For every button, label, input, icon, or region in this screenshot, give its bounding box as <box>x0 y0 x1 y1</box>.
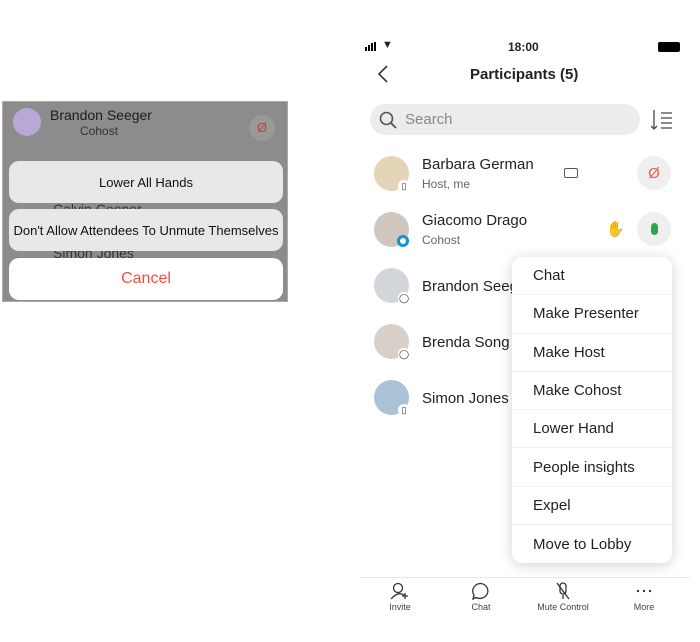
mobile-device-icon: ▯ <box>398 404 410 416</box>
participant-row[interactable]: ▯ Barbara German Host, me Ø <box>374 156 674 206</box>
tab-label: More <box>633 602 655 612</box>
avatar <box>13 108 41 136</box>
menu-item-make-cohost[interactable]: Make Cohost <box>512 372 672 411</box>
menu-item-expel[interactable]: Expel <box>512 487 672 526</box>
ellipsis-icon <box>636 589 652 593</box>
participant-role: Cohost <box>422 233 461 247</box>
add-person-icon <box>390 582 408 600</box>
wifi-icon: ▼ <box>382 39 393 51</box>
mic-muted-button[interactable]: Ø <box>637 156 671 190</box>
tab-label: Invite <box>389 602 411 612</box>
search-input[interactable]: Search <box>370 104 640 135</box>
webex-app-icon <box>397 235 409 247</box>
headset-icon: ◯ <box>398 348 410 360</box>
raised-hand-icon: ✋ <box>606 221 625 238</box>
participant-row[interactable]: Giacomo Drago Cohost ✋ <box>374 212 674 262</box>
tab-label: Mute Control <box>537 602 589 612</box>
search-icon <box>379 111 397 129</box>
tab-mute-control[interactable]: Mute Control <box>528 582 598 612</box>
menu-item-make-host[interactable]: Make Host <box>512 334 672 372</box>
menu-item-lower-hand[interactable]: Lower Hand <box>512 410 672 449</box>
cancel-button[interactable]: Cancel <box>9 258 283 300</box>
back-button[interactable] <box>376 64 390 84</box>
participant-role: Cohost <box>80 124 119 138</box>
disallow-unmute-button[interactable]: Don't Allow Attendees To Unmute Themselv… <box>9 209 283 251</box>
mobile-device-icon: ▯ <box>398 180 410 192</box>
chevron-left-icon <box>377 65 388 83</box>
battery-icon <box>658 42 680 52</box>
sort-icon <box>650 110 672 130</box>
menu-item-move-to-lobby[interactable]: Move to Lobby <box>512 525 672 563</box>
mic-off-icon <box>556 582 570 600</box>
menu-item-make-presenter[interactable]: Make Presenter <box>512 295 672 334</box>
tab-chat[interactable]: Chat <box>446 582 516 612</box>
lower-all-hands-button[interactable]: Lower All Hands <box>9 161 283 203</box>
signal-icon <box>365 42 376 51</box>
participant-role: Host, me <box>422 177 471 191</box>
participant-name: Brandon Seeger <box>50 107 152 123</box>
participant-name: Barbara German <box>422 156 534 173</box>
participant-name: Giacomo Drago <box>422 212 528 229</box>
presenter-card-icon <box>564 168 578 178</box>
page-title: Participants (5) <box>470 66 579 83</box>
menu-item-people-insights[interactable]: People insights <box>512 448 672 487</box>
tab-invite[interactable]: Invite <box>365 582 435 612</box>
menu-item-chat[interactable]: Chat <box>512 257 672 296</box>
headset-icon: ◯ <box>398 292 410 304</box>
sort-button[interactable] <box>650 108 673 137</box>
participant-context-menu: Chat Make Presenter Make Host Make Cohos… <box>512 257 672 563</box>
mic-unmuted-button[interactable] <box>637 212 671 246</box>
participant-name: Simon Jones <box>422 390 509 407</box>
status-time: 18:00 <box>508 40 539 54</box>
tab-more[interactable]: More <box>609 582 679 612</box>
action-sheet-panel: Brandon Seeger Cohost Ø Calvin Cooper Si… <box>2 101 288 302</box>
bottom-bar-divider <box>360 577 690 578</box>
mute-icon: Ø <box>249 115 275 141</box>
tab-label: Chat <box>471 602 491 612</box>
mic-icon <box>650 223 658 235</box>
participant-name: Brenda Song <box>422 334 510 351</box>
chat-bubble-icon <box>472 582 489 600</box>
search-placeholder: Search <box>405 111 453 128</box>
